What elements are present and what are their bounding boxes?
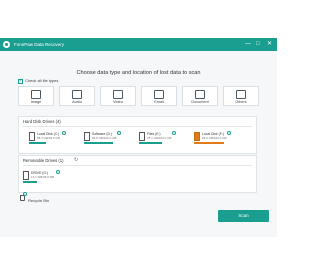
window-title: FonePaw Data Recovery bbox=[14, 42, 65, 47]
drive-icon bbox=[194, 132, 200, 141]
drive-checkbox[interactable] bbox=[56, 170, 60, 174]
file-type-label: Document bbox=[191, 100, 209, 104]
drive-checkbox[interactable] bbox=[62, 131, 66, 135]
drive-checkbox[interactable] bbox=[172, 131, 176, 135]
file-type-video[interactable]: Video bbox=[100, 86, 136, 106]
drive-usage-bar bbox=[23, 181, 37, 183]
drive-d[interactable]: Software (D:) 95.8 GB/100.0 GB bbox=[84, 130, 124, 152]
audio-icon bbox=[72, 90, 82, 99]
removable-drives-panel: Removable Drives (1) ↻ DRIVE (G:) 13.1 M… bbox=[18, 155, 257, 193]
drive-size: 58.3 GB/99.5 GB bbox=[37, 136, 60, 140]
divider bbox=[23, 165, 252, 166]
drive-checkbox[interactable] bbox=[117, 131, 121, 135]
file-type-email[interactable]: Email bbox=[141, 86, 177, 106]
drive-checkbox[interactable] bbox=[227, 131, 231, 135]
file-type-label: Video bbox=[113, 100, 123, 104]
drive-f[interactable]: Local Disk (F:) 99.6 GB/100.0 GB bbox=[194, 130, 234, 152]
minimize-button[interactable]: — bbox=[245, 40, 251, 49]
page-heading: Choose data type and location of lost da… bbox=[76, 70, 201, 76]
drive-size: 95.8 GB/100.0 GB bbox=[92, 136, 117, 140]
video-icon bbox=[113, 90, 123, 99]
image-icon bbox=[31, 90, 41, 99]
drive-icon bbox=[139, 132, 145, 141]
drive-size: 78.1 GB/100.0 GB bbox=[147, 136, 172, 140]
drive-icon bbox=[84, 132, 90, 141]
file-type-image[interactable]: Image bbox=[18, 86, 54, 106]
title-bar: FonePaw Data Recovery — □ ✕ bbox=[0, 38, 277, 51]
file-type-others[interactable]: Others bbox=[223, 86, 259, 106]
removable-drives-title: Removable Drives (1) bbox=[23, 158, 64, 163]
drive-size: 99.6 GB/100.0 GB bbox=[202, 136, 227, 140]
drive-e[interactable]: Files (E:) 78.1 GB/100.0 GB bbox=[139, 130, 179, 152]
drive-usage-bar bbox=[29, 142, 46, 144]
file-type-document[interactable]: Document bbox=[182, 86, 218, 106]
drive-size: 13.1 MB/28.8 MB bbox=[31, 175, 55, 179]
recycle-bin-label[interactable]: Recycle Bin bbox=[28, 198, 49, 204]
drive-usage-bar bbox=[84, 142, 113, 144]
file-type-label: Audio bbox=[72, 100, 82, 104]
maximize-button[interactable]: □ bbox=[256, 40, 260, 49]
recycle-bin-checkbox[interactable] bbox=[23, 192, 27, 196]
close-button[interactable]: ✕ bbox=[267, 40, 272, 49]
document-icon bbox=[195, 90, 205, 99]
refresh-icon[interactable]: ↻ bbox=[74, 157, 78, 163]
file-type-label: Others bbox=[235, 100, 247, 104]
hard-disk-title: Hard Disk Drives (4) bbox=[23, 119, 61, 124]
check-all-checkbox[interactable] bbox=[18, 78, 23, 84]
app-window: FonePaw Data Recovery — □ ✕ Choose data … bbox=[0, 38, 277, 237]
scan-button[interactable]: Scan bbox=[218, 210, 269, 222]
drive-g[interactable]: DRIVE (G:) 13.1 MB/28.8 MB bbox=[23, 169, 63, 191]
check-all-label: Check all file types bbox=[25, 78, 59, 83]
drive-icon bbox=[29, 132, 35, 141]
email-icon bbox=[154, 90, 164, 99]
usb-drive-icon bbox=[23, 171, 29, 180]
drive-usage-bar bbox=[139, 142, 163, 144]
divider bbox=[23, 126, 252, 127]
drive-usage-bar bbox=[194, 142, 224, 144]
app-logo-icon bbox=[3, 41, 10, 48]
file-type-label: Email bbox=[154, 100, 164, 104]
file-type-audio[interactable]: Audio bbox=[59, 86, 95, 106]
drive-c[interactable]: Local Disk (C:) 58.3 GB/99.5 GB bbox=[29, 130, 69, 152]
others-icon bbox=[236, 90, 246, 99]
file-type-label: Image bbox=[30, 100, 42, 104]
hard-disk-panel: Hard Disk Drives (4) Local Disk (C:) 58.… bbox=[18, 116, 257, 154]
